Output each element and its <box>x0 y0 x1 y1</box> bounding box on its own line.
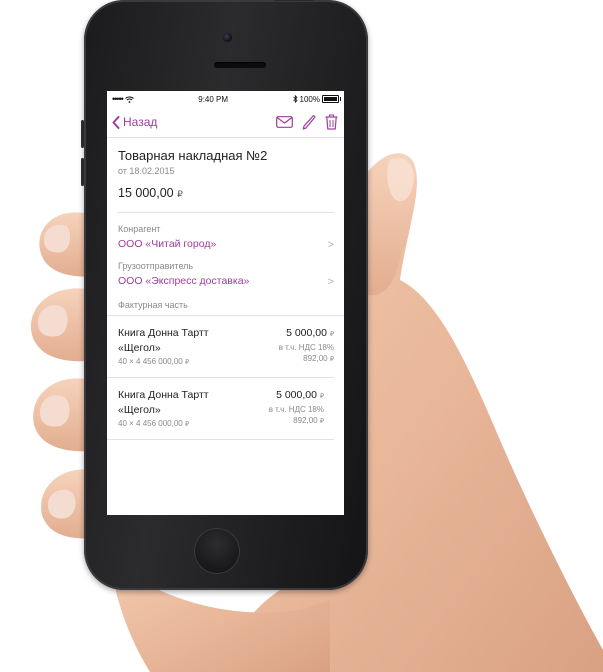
back-button[interactable]: Назад <box>112 115 157 129</box>
field-value: ООО «Читай город» <box>118 238 217 250</box>
item-name-line2: «Щегол» <box>118 404 161 416</box>
currency-sign: ₽ <box>319 393 324 400</box>
item-name-line2: «Щегол» <box>118 342 161 354</box>
document-amount: 15 000,00 ₽ <box>118 186 334 213</box>
field-label: Грузоотправитель <box>118 261 194 271</box>
items-list: Книга Донна Тартт «Щегол» 40 × 4 456 000… <box>107 315 344 440</box>
battery-icon <box>322 95 341 103</box>
item-total: 5 000,00 ₽ <box>279 326 334 342</box>
currency-sign: ₽ <box>184 421 190 428</box>
signal-dots: ••••• <box>112 94 124 104</box>
chevron-left-icon <box>112 115 120 129</box>
phone-screen: ••••• 9:40 PM 100% Назад Товарная наклад… <box>107 91 344 515</box>
amount-value: 15 000,00 <box>118 186 174 200</box>
item-total: 5 000,00 ₽ <box>269 388 324 404</box>
item-quantity-value: 40 × 4 456 000,00 <box>118 357 183 366</box>
status-right: 100% <box>292 94 341 104</box>
item-name-line1: Книга Донна Тартт <box>118 327 209 339</box>
scene: ••••• 9:40 PM 100% Назад Товарная наклад… <box>0 0 603 672</box>
battery-fill <box>324 97 337 101</box>
item-name-line1: Книга Донна Тартт <box>118 389 209 401</box>
currency-sign: ₽ <box>184 359 190 366</box>
document-header: Товарная накладная №2 от 18.02.2015 15 0… <box>107 148 344 213</box>
wifi-icon <box>124 96 134 103</box>
field-shipper[interactable]: Грузоотправитель ООО «Экспресс доставка»… <box>107 250 344 288</box>
status-time: 9:40 PM <box>198 94 229 104</box>
currency-sign: ₽ <box>319 418 324 425</box>
field-counterparty[interactable]: Конрагент ООО «Читай город» > <box>107 213 344 251</box>
item-vat-label: в т.ч. НДС 18% <box>268 405 324 414</box>
item-info: Книга Донна Тартт «Щегол» 40 × 4 456 000… <box>118 326 209 369</box>
front-camera <box>223 33 232 42</box>
battery-percent: 100% <box>299 94 320 104</box>
item-total-value: 5 000,00 <box>276 389 317 401</box>
nav-actions <box>276 114 338 130</box>
bluetooth-icon <box>292 95 298 103</box>
item-quantity: 40 × 4 456 000,00 ₽ <box>118 356 209 369</box>
power-button <box>274 0 314 1</box>
field-label: Конрагент <box>118 224 161 234</box>
item-vat-label: в т.ч. НДС 18% <box>278 343 334 352</box>
field-value: ООО «Экспресс доставка» <box>118 275 250 287</box>
item-total-value: 5 000,00 <box>286 327 327 339</box>
item-quantity-value: 40 × 4 456 000,00 <box>118 419 183 428</box>
navigation-bar: Назад <box>107 107 344 138</box>
list-item[interactable]: Книга Донна Тартт «Щегол» 40 × 4 456 000… <box>107 315 344 377</box>
item-vat-amount: 892,00 ₽ <box>269 415 324 427</box>
currency-sign: ₽ <box>329 356 334 363</box>
list-item[interactable]: Книга Донна Тартт «Щегол» 40 × 4 456 000… <box>107 377 334 440</box>
item-vat-value: 892,00 <box>303 354 328 363</box>
envelope-icon[interactable] <box>276 116 293 128</box>
item-quantity: 40 × 4 456 000,00 ₽ <box>118 418 209 431</box>
back-label: Назад <box>123 115 158 129</box>
document-title: Товарная накладная №2 <box>118 148 268 163</box>
status-bar: ••••• 9:40 PM 100% <box>107 91 344 107</box>
status-left: ••••• <box>112 94 134 104</box>
pencil-icon[interactable] <box>302 114 316 130</box>
item-amounts: 5 000,00 ₽ в т.ч. НДС 18% 892,00 ₽ <box>269 388 324 431</box>
items-section-label: Фактурная часть <box>118 300 188 310</box>
earpiece-speaker <box>214 62 266 68</box>
volume-button <box>81 120 84 148</box>
item-vat-amount: 892,00 ₽ <box>279 353 334 365</box>
document-date: от 18.02.2015 <box>118 166 175 176</box>
chevron-right-icon: > <box>327 276 334 288</box>
trash-icon[interactable] <box>325 114 338 130</box>
item-vat-value: 892,00 <box>293 416 318 425</box>
currency-sign: ₽ <box>329 331 334 338</box>
item-amounts: 5 000,00 ₽ в т.ч. НДС 18% 892,00 ₽ <box>279 326 334 369</box>
home-button[interactable] <box>194 528 240 574</box>
volume-button <box>81 158 84 186</box>
currency-sign: ₽ <box>177 189 183 199</box>
item-info: Книга Донна Тартт «Щегол» 40 × 4 456 000… <box>118 388 209 431</box>
